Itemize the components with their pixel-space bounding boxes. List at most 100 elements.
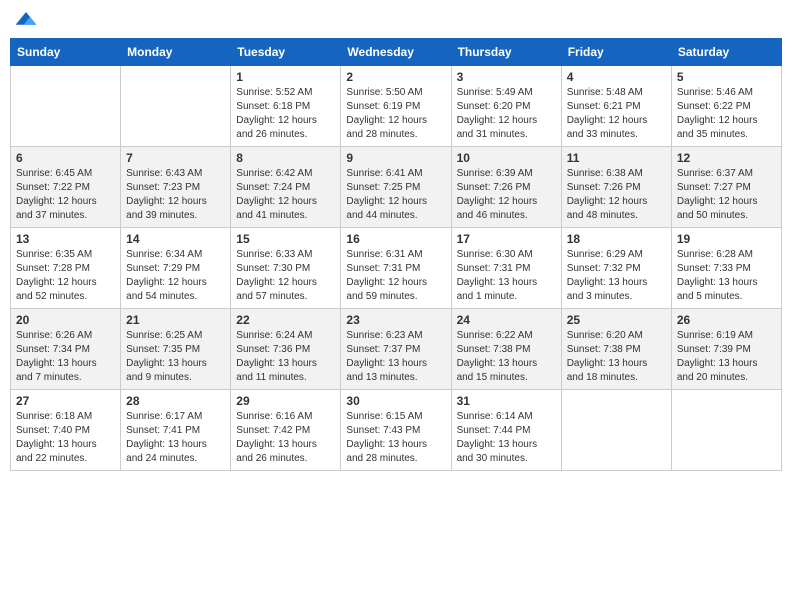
day-info: Sunrise: 6:34 AM Sunset: 7:29 PM Dayligh… xyxy=(126,248,225,304)
calendar-cell: 28 Sunrise: 6:17 AM Sunset: 7:41 PM Dayli… xyxy=(121,390,231,471)
day-info: Sunrise: 6:45 AM Sunset: 7:22 PM Dayligh… xyxy=(16,167,115,223)
day-number: 18 xyxy=(567,232,666,246)
calendar-cell: 19 Sunrise: 6:28 AM Sunset: 7:33 PM Dayli… xyxy=(671,228,781,309)
calendar-cell: 3 Sunrise: 5:49 AM Sunset: 6:20 PM Daylig… xyxy=(451,66,561,147)
day-number: 2 xyxy=(346,70,445,84)
calendar-cell: 12 Sunrise: 6:37 AM Sunset: 7:27 PM Dayli… xyxy=(671,147,781,228)
day-number: 30 xyxy=(346,394,445,408)
day-info: Sunrise: 6:20 AM Sunset: 7:38 PM Dayligh… xyxy=(567,329,666,385)
day-number: 7 xyxy=(126,151,225,165)
day-info: Sunrise: 6:23 AM Sunset: 7:37 PM Dayligh… xyxy=(346,329,445,385)
calendar-table: Sunday Monday Tuesday Wednesday Thursday… xyxy=(10,38,782,471)
calendar-header-row: Sunday Monday Tuesday Wednesday Thursday… xyxy=(11,39,782,66)
day-info: Sunrise: 6:37 AM Sunset: 7:27 PM Dayligh… xyxy=(677,167,776,223)
calendar-cell: 11Sunrise: 6:38 AM Sunset: 7:26 PM Dayli… xyxy=(561,147,671,228)
calendar-cell: 6 Sunrise: 6:45 AM Sunset: 7:22 PM Daylig… xyxy=(11,147,121,228)
day-info: Sunrise: 6:39 AM Sunset: 7:26 PM Dayligh… xyxy=(457,167,556,223)
calendar-cell: 9 Sunrise: 6:41 AM Sunset: 7:25 PM Daylig… xyxy=(341,147,451,228)
day-info: Sunrise: 6:42 AM Sunset: 7:24 PM Dayligh… xyxy=(236,167,335,223)
day-number: 31 xyxy=(457,394,556,408)
day-number: 21 xyxy=(126,313,225,327)
calendar-week-row: 6 Sunrise: 6:45 AM Sunset: 7:22 PM Daylig… xyxy=(11,147,782,228)
day-number: 8 xyxy=(236,151,335,165)
day-info: Sunrise: 6:26 AM Sunset: 7:34 PM Dayligh… xyxy=(16,329,115,385)
calendar-week-row: 20 Sunrise: 6:26 AM Sunset: 7:34 PM Dayli… xyxy=(11,309,782,390)
col-thursday: Thursday xyxy=(451,39,561,66)
calendar-cell: 4 Sunrise: 5:48 AM Sunset: 6:21 PM Daylig… xyxy=(561,66,671,147)
day-number: 26 xyxy=(677,313,776,327)
day-number: 4 xyxy=(567,70,666,84)
day-number: 22 xyxy=(236,313,335,327)
day-number: 17 xyxy=(457,232,556,246)
day-info: Sunrise: 6:30 AM Sunset: 7:31 PM Dayligh… xyxy=(457,248,556,304)
day-info: Sunrise: 6:14 AM Sunset: 7:44 PM Dayligh… xyxy=(457,410,556,466)
calendar-cell: 10 Sunrise: 6:39 AM Sunset: 7:26 PM Dayli… xyxy=(451,147,561,228)
calendar-cell: 30 Sunrise: 6:15 AM Sunset: 7:43 PM Dayli… xyxy=(341,390,451,471)
day-number: 25 xyxy=(567,313,666,327)
day-number: 20 xyxy=(16,313,115,327)
calendar-cell: 1 Sunrise: 5:52 AM Sunset: 6:18 PM Daylig… xyxy=(231,66,341,147)
col-friday: Friday xyxy=(561,39,671,66)
day-number: 19 xyxy=(677,232,776,246)
day-number: 3 xyxy=(457,70,556,84)
day-number: 12 xyxy=(677,151,776,165)
calendar-cell: 23 Sunrise: 6:23 AM Sunset: 7:37 PM Dayli… xyxy=(341,309,451,390)
day-number: 16 xyxy=(346,232,445,246)
day-info: Sunrise: 6:33 AM Sunset: 7:30 PM Dayligh… xyxy=(236,248,335,304)
calendar-cell: 25 Sunrise: 6:20 AM Sunset: 7:38 PM Dayli… xyxy=(561,309,671,390)
day-info: Sunrise: 6:24 AM Sunset: 7:36 PM Dayligh… xyxy=(236,329,335,385)
calendar-cell: 8 Sunrise: 6:42 AM Sunset: 7:24 PM Daylig… xyxy=(231,147,341,228)
calendar-cell xyxy=(121,66,231,147)
calendar-cell: 14Sunrise: 6:34 AM Sunset: 7:29 PM Dayli… xyxy=(121,228,231,309)
day-info: Sunrise: 5:46 AM Sunset: 6:22 PM Dayligh… xyxy=(677,86,776,142)
day-info: Sunrise: 6:35 AM Sunset: 7:28 PM Dayligh… xyxy=(16,248,115,304)
day-info: Sunrise: 6:43 AM Sunset: 7:23 PM Dayligh… xyxy=(126,167,225,223)
day-info: Sunrise: 5:50 AM Sunset: 6:19 PM Dayligh… xyxy=(346,86,445,142)
calendar-cell: 16Sunrise: 6:31 AM Sunset: 7:31 PM Dayli… xyxy=(341,228,451,309)
calendar-cell: 7 Sunrise: 6:43 AM Sunset: 7:23 PM Daylig… xyxy=(121,147,231,228)
calendar-cell: 15 Sunrise: 6:33 AM Sunset: 7:30 PM Dayli… xyxy=(231,228,341,309)
calendar-cell: 17 Sunrise: 6:30 AM Sunset: 7:31 PM Dayli… xyxy=(451,228,561,309)
day-number: 1 xyxy=(236,70,335,84)
day-info: Sunrise: 5:52 AM Sunset: 6:18 PM Dayligh… xyxy=(236,86,335,142)
day-info: Sunrise: 6:28 AM Sunset: 7:33 PM Dayligh… xyxy=(677,248,776,304)
calendar-cell: 22 Sunrise: 6:24 AM Sunset: 7:36 PM Dayli… xyxy=(231,309,341,390)
calendar-cell: 26 Sunrise: 6:19 AM Sunset: 7:39 PM Dayli… xyxy=(671,309,781,390)
day-info: Sunrise: 6:17 AM Sunset: 7:41 PM Dayligh… xyxy=(126,410,225,466)
day-info: Sunrise: 6:15 AM Sunset: 7:43 PM Dayligh… xyxy=(346,410,445,466)
day-info: Sunrise: 6:25 AM Sunset: 7:35 PM Dayligh… xyxy=(126,329,225,385)
day-info: Sunrise: 5:49 AM Sunset: 6:20 PM Dayligh… xyxy=(457,86,556,142)
day-number: 28 xyxy=(126,394,225,408)
day-info: Sunrise: 6:16 AM Sunset: 7:42 PM Dayligh… xyxy=(236,410,335,466)
day-number: 6 xyxy=(16,151,115,165)
calendar-cell: 5 Sunrise: 5:46 AM Sunset: 6:22 PM Daylig… xyxy=(671,66,781,147)
calendar-week-row: 13Sunrise: 6:35 AM Sunset: 7:28 PM Dayli… xyxy=(11,228,782,309)
calendar-cell: 31 Sunrise: 6:14 AM Sunset: 7:44 PM Dayli… xyxy=(451,390,561,471)
logo xyxy=(14,10,42,30)
calendar-cell: 29Sunrise: 6:16 AM Sunset: 7:42 PM Dayli… xyxy=(231,390,341,471)
day-number: 10 xyxy=(457,151,556,165)
day-number: 15 xyxy=(236,232,335,246)
day-number: 9 xyxy=(346,151,445,165)
calendar-cell: 13Sunrise: 6:35 AM Sunset: 7:28 PM Dayli… xyxy=(11,228,121,309)
day-number: 27 xyxy=(16,394,115,408)
col-monday: Monday xyxy=(121,39,231,66)
day-info: Sunrise: 6:19 AM Sunset: 7:39 PM Dayligh… xyxy=(677,329,776,385)
day-info: Sunrise: 6:18 AM Sunset: 7:40 PM Dayligh… xyxy=(16,410,115,466)
calendar-cell xyxy=(561,390,671,471)
calendar-cell: 27 Sunrise: 6:18 AM Sunset: 7:40 PM Dayli… xyxy=(11,390,121,471)
calendar-cell: 18 Sunrise: 6:29 AM Sunset: 7:32 PM Dayli… xyxy=(561,228,671,309)
day-info: Sunrise: 6:41 AM Sunset: 7:25 PM Dayligh… xyxy=(346,167,445,223)
day-number: 23 xyxy=(346,313,445,327)
calendar-week-row: 27 Sunrise: 6:18 AM Sunset: 7:40 PM Dayli… xyxy=(11,390,782,471)
day-info: Sunrise: 5:48 AM Sunset: 6:21 PM Dayligh… xyxy=(567,86,666,142)
calendar-cell xyxy=(671,390,781,471)
page-header xyxy=(10,10,782,30)
day-info: Sunrise: 6:29 AM Sunset: 7:32 PM Dayligh… xyxy=(567,248,666,304)
day-number: 5 xyxy=(677,70,776,84)
calendar-week-row: 1 Sunrise: 5:52 AM Sunset: 6:18 PM Daylig… xyxy=(11,66,782,147)
day-number: 24 xyxy=(457,313,556,327)
logo-icon xyxy=(14,10,38,30)
day-number: 11 xyxy=(567,151,666,165)
col-wednesday: Wednesday xyxy=(341,39,451,66)
